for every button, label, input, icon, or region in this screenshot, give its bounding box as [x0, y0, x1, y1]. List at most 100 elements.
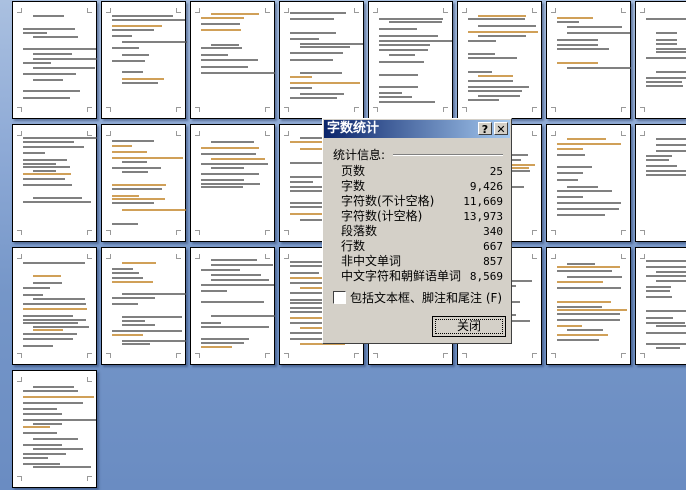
margin-mark: [87, 230, 92, 235]
stat-value: 9,426: [469, 180, 503, 193]
text-line: [557, 61, 598, 64]
text-line: [23, 97, 71, 100]
margin-mark: [640, 8, 645, 13]
text-line: [656, 143, 686, 146]
text-line: [656, 42, 678, 45]
text-line: [112, 330, 183, 333]
text-line: [557, 195, 583, 198]
margin-mark: [195, 254, 200, 259]
text-line: [290, 12, 346, 15]
text-line: [567, 26, 623, 29]
text-line: [468, 39, 496, 42]
margin-mark: [284, 8, 289, 13]
text-line: [656, 271, 686, 274]
dialog-title-bar[interactable]: 字数统计 ? ✕: [324, 120, 510, 138]
text-line: [112, 29, 154, 32]
text-line: [557, 309, 628, 311]
text-line: [23, 407, 57, 410]
text-line: [201, 53, 228, 56]
page-thumbnail[interactable]: [546, 247, 631, 365]
margin-mark: [195, 8, 200, 13]
text-line: [201, 46, 242, 49]
page-thumbnail[interactable]: [12, 124, 98, 242]
text-line: [379, 34, 438, 37]
stat-value: 857: [483, 255, 503, 268]
margin-mark: [87, 377, 92, 382]
text-line: [122, 316, 182, 319]
close-icon[interactable]: ✕: [494, 122, 508, 136]
page-thumbnail[interactable]: [12, 1, 98, 119]
text-line: [468, 86, 529, 89]
text-line: [201, 186, 244, 189]
text-line: [211, 140, 254, 143]
text-line: [290, 97, 338, 100]
text-line: [557, 318, 621, 321]
text-line: [112, 47, 139, 50]
text-line: [112, 333, 143, 336]
margin-mark: [354, 353, 359, 358]
page-thumbnail[interactable]: [368, 1, 453, 119]
margin-mark: [551, 230, 556, 235]
close-button[interactable]: 关闭: [432, 316, 506, 337]
page-thumbnail[interactable]: [635, 124, 686, 242]
text-line: [646, 155, 672, 158]
stat-value: 667: [483, 240, 503, 253]
text-line: [112, 14, 173, 17]
page-thumbnail[interactable]: [190, 247, 276, 365]
include-textboxes-checkbox[interactable]: [333, 291, 346, 304]
stat-label: 字符数(计空格): [341, 209, 423, 223]
page-thumbnail[interactable]: [546, 1, 632, 119]
page-thumbnail[interactable]: [12, 247, 97, 365]
text-line: [112, 18, 186, 21]
page-thumbnail[interactable]: [279, 1, 364, 119]
page-thumbnail[interactable]: [101, 247, 187, 365]
text-line: [557, 265, 620, 268]
text-line: [300, 43, 364, 46]
margin-mark: [532, 131, 537, 136]
text-line: [379, 17, 444, 20]
margin-mark: [284, 254, 289, 259]
text-line: [112, 202, 155, 205]
page-thumbnail[interactable]: [12, 370, 97, 488]
margin-mark: [17, 131, 22, 136]
text-line: [557, 16, 593, 19]
text-line: [23, 172, 72, 175]
text-line: [290, 58, 333, 61]
text-line: [468, 98, 500, 101]
page-thumbnail[interactable]: [101, 124, 186, 242]
page-thumbnail[interactable]: [190, 1, 276, 119]
text-line: [33, 36, 79, 39]
page-thumbnail[interactable]: [635, 1, 686, 119]
text-line: [557, 154, 586, 157]
text-line: [379, 73, 418, 76]
text-line: [557, 208, 619, 211]
include-textboxes-label[interactable]: 包括文本框、脚注和尾注 (F): [350, 289, 502, 306]
text-line: [112, 59, 145, 62]
page-thumbnail[interactable]: [635, 247, 686, 365]
text-line: [646, 265, 686, 268]
text-line: [211, 12, 260, 15]
page-thumbnail[interactable]: [101, 1, 187, 119]
text-line: [201, 346, 232, 349]
help-button[interactable]: ?: [478, 122, 492, 136]
text-line: [646, 259, 686, 262]
text-line: [557, 213, 605, 216]
margin-mark: [443, 353, 448, 358]
margin-mark: [265, 8, 270, 13]
page-thumbnail[interactable]: [546, 124, 631, 242]
margin-mark: [87, 107, 92, 112]
page-thumbnail[interactable]: [190, 124, 275, 242]
text-line: [646, 331, 686, 334]
text-line: [468, 31, 539, 34]
page-thumbnail[interactable]: [457, 1, 542, 119]
text-line: [112, 188, 163, 191]
margin-mark: [621, 254, 626, 259]
stat-row: 页数 25: [341, 164, 503, 179]
text-line: [656, 47, 686, 50]
dialog-title: 字数统计: [327, 121, 380, 136]
text-line: [557, 300, 611, 303]
text-line: [646, 295, 672, 298]
text-line: [656, 325, 686, 328]
margin-mark: [17, 353, 22, 358]
text-line: [646, 57, 686, 60]
